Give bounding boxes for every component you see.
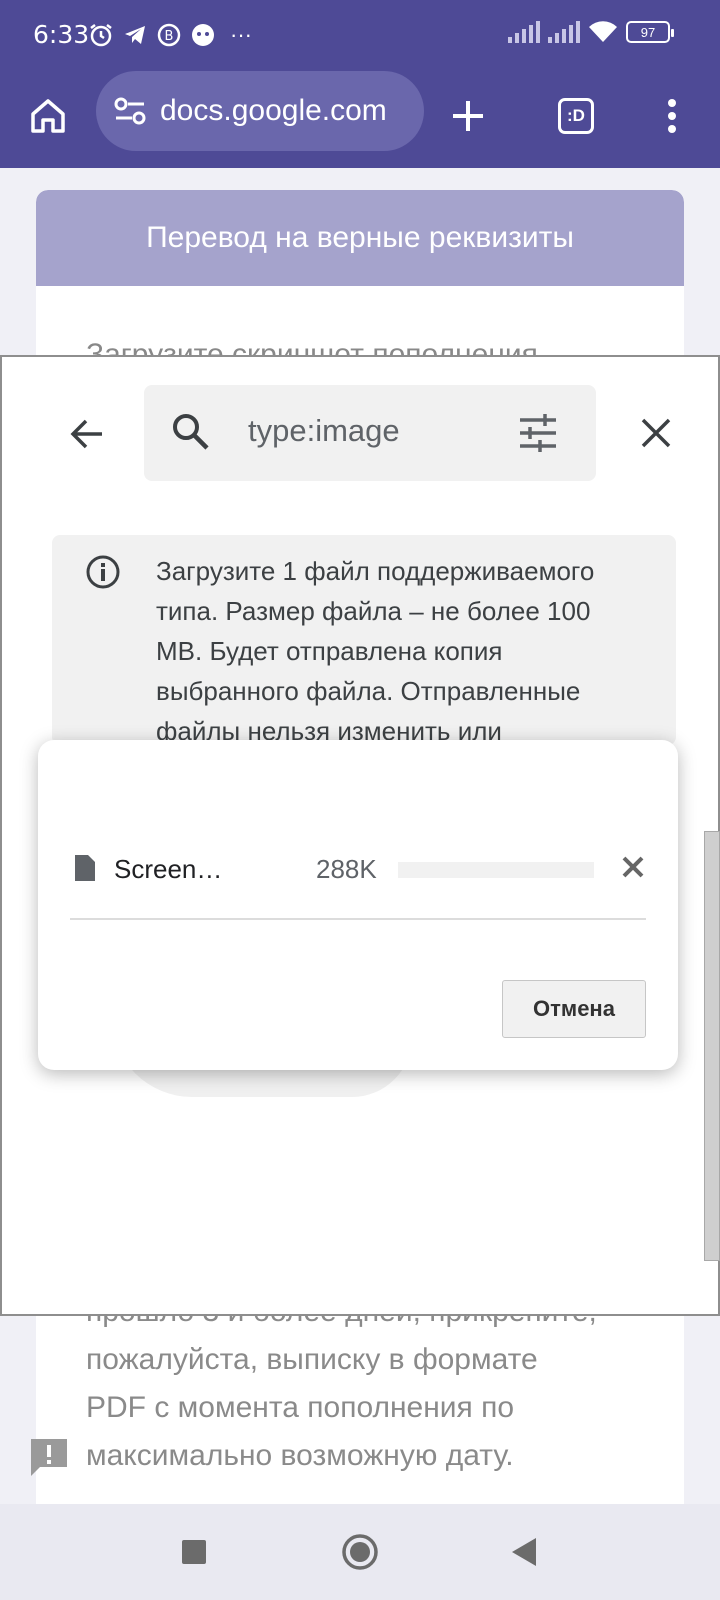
close-button[interactable] [632, 409, 680, 457]
remove-file-button[interactable] [618, 852, 648, 882]
recents-icon [182, 1540, 206, 1564]
browser-toolbar: docs.google.com :D [0, 68, 720, 168]
svg-text:B: B [165, 29, 174, 44]
arrow-back-icon [70, 419, 102, 449]
info-line: MB. Будет отправлена копия [156, 636, 503, 666]
file-size: 288K [316, 854, 377, 884]
form-description-line: пожалуйста, выписку в формате [86, 1343, 538, 1376]
back-triangle-icon [512, 1538, 536, 1566]
status-bar: 6:33 B ··· 97 [0, 0, 720, 68]
info-line: выбранного файла. Отправленные [156, 676, 581, 706]
system-nav-bar [0, 1504, 720, 1600]
upload-file-row: Screen… 288K [70, 840, 646, 900]
search-options-icon[interactable] [518, 413, 558, 453]
status-notification-icons: B ··· [88, 22, 252, 48]
search-input[interactable]: type:image [248, 413, 400, 449]
close-icon [622, 856, 644, 878]
url-text: docs.google.com [160, 94, 387, 127]
form-header: Перевод на верные реквизиты [36, 190, 684, 286]
search-icon [173, 414, 209, 450]
more-notifications-icon: ··· [230, 22, 252, 47]
upload-progress-dialog: Screen… 288K Отмена [38, 740, 678, 1070]
upload-info-text: Загрузите 1 файл поддерживаемого типа. Р… [156, 551, 656, 745]
form-description: прошло 3 и более дней, прикрепите, пожал… [86, 1288, 646, 1480]
info-line: типа. Размер файла – не более 100 [156, 596, 591, 626]
search-bar[interactable]: type:image [144, 385, 596, 481]
status-time: 6:33 [33, 20, 90, 49]
recents-button[interactable] [170, 1528, 218, 1576]
url-bar[interactable]: docs.google.com [96, 71, 424, 151]
browser-top-bar: 6:33 B ··· 97 docs.google.com :D [0, 0, 720, 168]
overflow-menu-icon [668, 99, 676, 133]
file-icon [75, 855, 95, 881]
form-title: Перевод на верные реквизиты [146, 221, 574, 254]
info-line: Загрузите 1 файл поддерживаемого [156, 556, 595, 586]
site-settings-icon[interactable] [114, 96, 146, 126]
back-button[interactable] [62, 409, 112, 459]
messenger-b-icon: B [157, 23, 181, 47]
form-description-line: максимально возможную дату. [86, 1439, 514, 1472]
home-button[interactable] [18, 86, 78, 146]
wifi-icon [589, 21, 617, 42]
back-nav-button[interactable] [500, 1528, 548, 1576]
telegram-icon [125, 26, 145, 44]
home-circle-icon [342, 1534, 378, 1570]
tab-switcher-label: :D [567, 106, 585, 125]
battery-indicator: 97 [626, 21, 674, 43]
signal-2-icon [548, 21, 580, 43]
upload-progress-bar [398, 862, 594, 878]
battery-level: 97 [640, 24, 656, 40]
scrollbar[interactable] [704, 831, 720, 1261]
tab-switcher-button[interactable]: :D [546, 86, 606, 146]
signal-icon [508, 21, 540, 43]
chat-bubble-icon [192, 24, 214, 46]
upload-info-notice: Загрузите 1 файл поддерживаемого типа. Р… [52, 535, 676, 745]
file-name: Screen… [114, 854, 223, 884]
new-tab-button[interactable] [438, 86, 498, 146]
home-icon [31, 99, 65, 133]
form-description-line: PDF с момента пополнения по [86, 1391, 515, 1424]
close-icon [641, 418, 671, 448]
tab-switcher-icon: :D [558, 98, 594, 134]
divider [70, 918, 646, 920]
cancel-button[interactable]: Отмена [502, 980, 646, 1038]
alarm-icon [90, 24, 112, 47]
report-feedback-icon[interactable] [28, 1436, 70, 1478]
status-system-icons: 97 [508, 20, 674, 44]
info-icon [86, 555, 120, 589]
new-tab-icon [453, 101, 483, 131]
overflow-menu-button[interactable] [642, 86, 702, 146]
home-nav-button[interactable] [336, 1528, 384, 1576]
